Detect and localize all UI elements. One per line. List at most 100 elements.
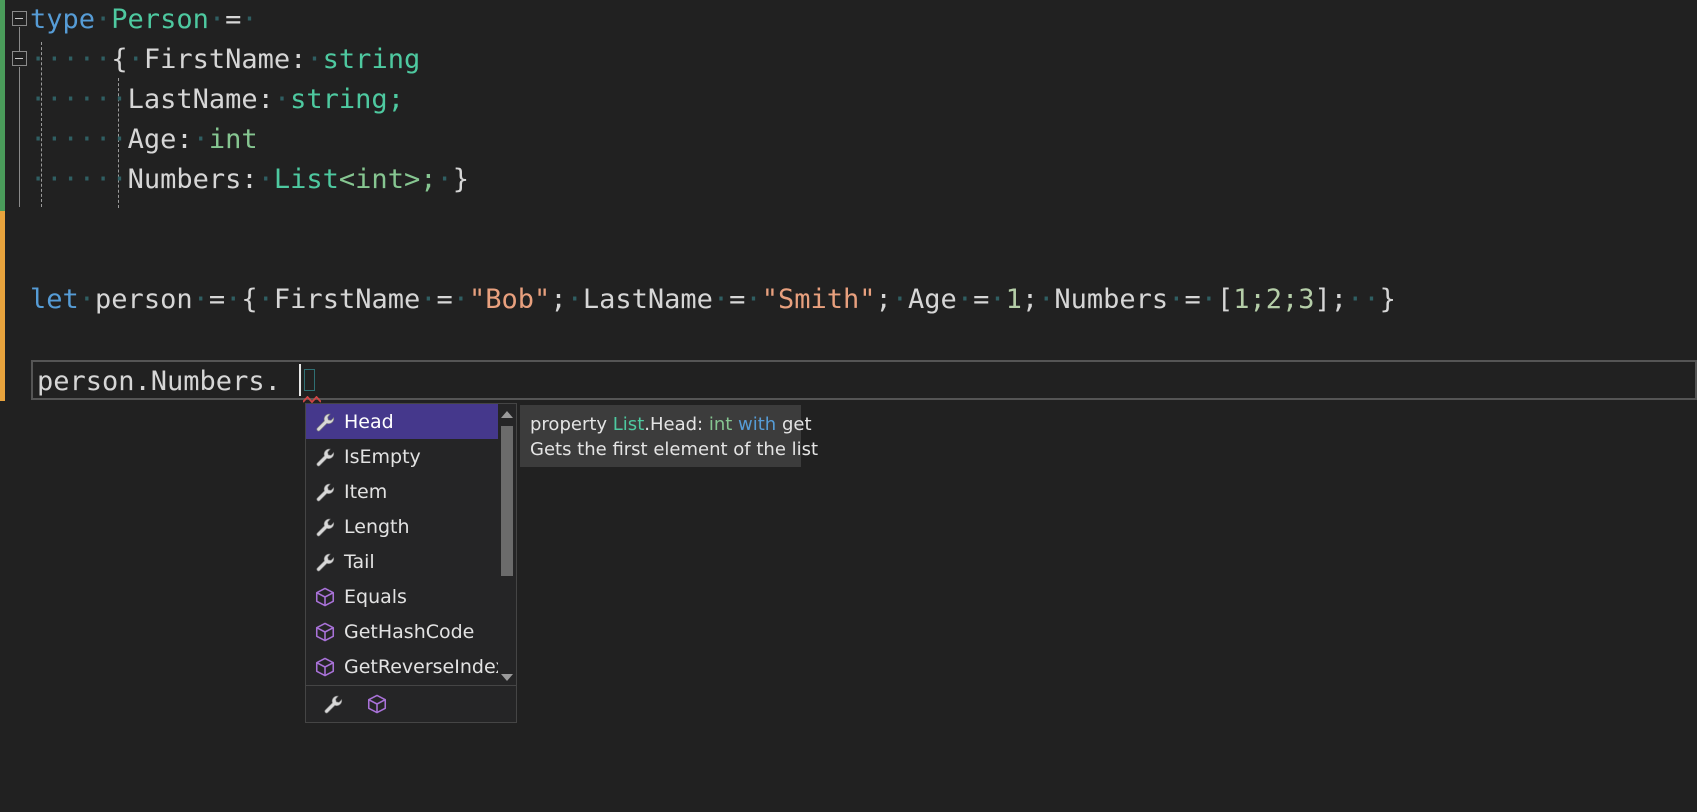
code-text[interactable]: type·Person·=· ·····{·FirstName:·string ··… xyxy=(30,0,1396,320)
autocomplete-item-label: Item xyxy=(344,480,388,503)
code-token: { xyxy=(241,284,258,315)
code-token: ] xyxy=(1314,284,1331,315)
code-token: ··· xyxy=(46,124,96,155)
fold-toggle-line-1[interactable] xyxy=(12,11,27,26)
autocomplete-item-label: GetHashCode xyxy=(344,620,475,643)
wrench-icon xyxy=(316,483,335,501)
scrollbar-thumb[interactable] xyxy=(501,426,513,576)
code-token: Numbers xyxy=(1054,284,1169,315)
code-token: · xyxy=(208,4,226,35)
code-token: · xyxy=(891,284,909,315)
tooltip-signature-token: property xyxy=(530,414,613,435)
code-token: · xyxy=(1168,284,1185,315)
autocomplete-item-label: Equals xyxy=(344,585,407,608)
code-editor-window: type·Person·=· ·····{·FirstName:·string ··… xyxy=(0,0,1697,812)
filter-methods[interactable] xyxy=(366,693,388,715)
code-token: "Bob" xyxy=(469,284,551,315)
code-token: · xyxy=(30,44,47,75)
code-token: } xyxy=(1379,284,1396,315)
code-token: · xyxy=(225,284,242,315)
scroll-down-arrow[interactable] xyxy=(498,669,516,685)
code-token: · xyxy=(95,124,112,155)
autocomplete-popup[interactable]: Head IsEmpty Item Length Tail Equals GetHashCo… xyxy=(305,403,517,723)
autocomplete-item-label: Head xyxy=(344,410,394,433)
changebar-added xyxy=(0,0,5,211)
code-token: = xyxy=(225,4,242,35)
autocomplete-item-getreverseindex[interactable]: GetReverseIndex xyxy=(306,649,516,684)
expression-input-box[interactable]: person.Numbers. xyxy=(31,360,1697,400)
code-token: · xyxy=(452,284,470,315)
code-token: string; xyxy=(290,84,404,115)
code-token: ; xyxy=(1330,284,1348,315)
autocomplete-item-item[interactable]: Item xyxy=(306,474,516,509)
code-line: type·Person·=· xyxy=(30,0,1396,40)
code-token: · xyxy=(436,164,453,195)
tooltip-signature-token: with xyxy=(738,414,777,435)
tooltip-signature-token: .Head: xyxy=(644,414,709,435)
code-token: · xyxy=(111,84,128,115)
code-token: int xyxy=(208,124,258,155)
autocomplete-filter-toolbar[interactable] xyxy=(306,685,516,722)
code-token: type xyxy=(30,4,96,35)
autocomplete-item-gethashcode[interactable]: GetHashCode xyxy=(306,614,516,649)
code-token: · xyxy=(30,124,47,155)
filter-properties[interactable] xyxy=(322,693,344,715)
changebar-modified xyxy=(0,211,5,401)
code-token: · xyxy=(566,284,583,315)
code-token: "Smith" xyxy=(761,284,876,315)
code-line: ·····{·FirstName:·string xyxy=(30,40,1396,80)
autocomplete-item-tail[interactable]: Tail xyxy=(306,544,516,579)
code-token: = xyxy=(436,284,453,315)
code-token: [ xyxy=(1216,284,1234,315)
code-token: 1 xyxy=(1005,284,1022,315)
code-token: ··· xyxy=(46,164,96,195)
code-token: · xyxy=(1347,284,1364,315)
wrench-icon xyxy=(316,448,335,466)
autocomplete-list[interactable]: Head IsEmpty Item Length Tail Equals GetHashCo… xyxy=(306,404,516,687)
code-token: · xyxy=(712,284,730,315)
code-token: · xyxy=(241,4,258,35)
code-token: · xyxy=(111,124,128,155)
autocomplete-item-length[interactable]: Length xyxy=(306,509,516,544)
code-token: ; xyxy=(550,284,567,315)
code-token: = xyxy=(1184,284,1201,315)
code-line: let·person·=·{·FirstName·=·"Bob";·LastNa… xyxy=(30,280,1396,320)
code-token: Age xyxy=(908,284,957,315)
fold-region-bar xyxy=(18,67,21,207)
code-token: LastName: xyxy=(127,84,274,115)
autocomplete-item-label: Tail xyxy=(344,550,375,573)
code-token: · xyxy=(192,284,209,315)
tooltip-description: Gets the first element of the list xyxy=(530,439,819,460)
code-token: Age: xyxy=(127,124,193,155)
tooltip-signature-token: List xyxy=(612,414,645,435)
code-token: · xyxy=(257,284,274,315)
code-token: ; xyxy=(1021,284,1039,315)
code-token: } xyxy=(452,164,469,195)
code-token: · xyxy=(745,284,762,315)
wrench-icon xyxy=(324,695,343,714)
autocomplete-item-isempty[interactable]: IsEmpty xyxy=(306,439,516,474)
code-token: · xyxy=(273,84,291,115)
code-token: ··· xyxy=(46,84,96,115)
code-token: · xyxy=(95,84,112,115)
code-token: person xyxy=(95,284,193,315)
code-token: <int>; xyxy=(338,164,437,195)
scroll-up-arrow[interactable] xyxy=(498,406,516,422)
code-token: · xyxy=(306,44,323,75)
autocomplete-item-head[interactable]: Head xyxy=(306,404,516,439)
autocomplete-item-equals[interactable]: Equals xyxy=(306,579,516,614)
code-token: · xyxy=(127,44,144,75)
code-token: · xyxy=(78,284,96,315)
code-token: · xyxy=(95,44,112,75)
code-token: · xyxy=(1363,284,1380,315)
wrench-icon xyxy=(316,553,335,571)
code-token: · xyxy=(192,124,209,155)
code-token: FirstName: xyxy=(143,44,307,75)
autocomplete-item-label: GetReverseIndex xyxy=(344,655,507,678)
code-token: Person xyxy=(111,4,209,35)
fold-toggle-line-2[interactable] xyxy=(12,51,27,66)
cube-icon xyxy=(315,657,335,676)
autocomplete-scrollbar[interactable] xyxy=(498,404,516,687)
